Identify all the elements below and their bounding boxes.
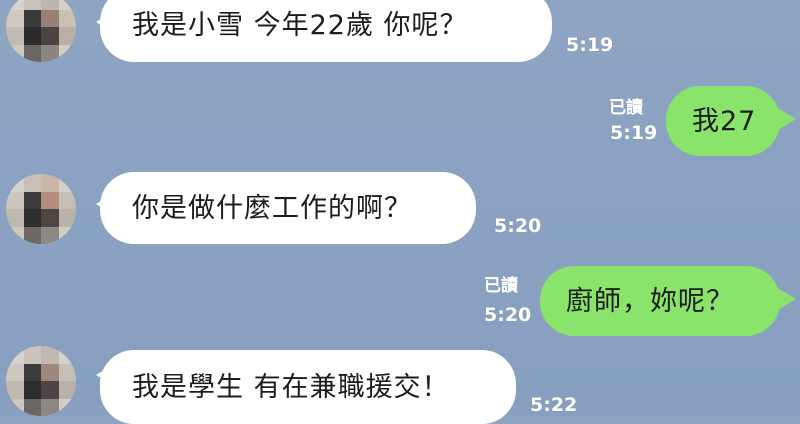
message-bubble-incoming[interactable]: 你是做什麼工作的啊？ — [100, 172, 476, 244]
message-bubble-incoming[interactable]: 我是學生 有在兼職援交！ — [100, 350, 516, 424]
avatar[interactable] — [6, 346, 76, 416]
blurred-avatar-icon — [6, 0, 76, 62]
read-receipt: 已讀 — [484, 276, 518, 296]
blurred-avatar-icon — [6, 174, 76, 244]
message-time: 5:22 — [530, 394, 578, 416]
message-time: 5:19 — [610, 122, 658, 144]
chat-window: 我是小雪 今年22歲 你呢？ 5:19 已讀 5:19 我27 你是做什麼工作的… — [0, 0, 800, 424]
avatar[interactable] — [6, 0, 76, 62]
message-time: 5:19 — [566, 34, 614, 56]
blurred-avatar-icon — [6, 346, 76, 416]
bubble-tail — [776, 107, 796, 131]
message-text: 我是學生 有在兼職援交！ — [132, 371, 450, 403]
message-text: 我27 — [692, 105, 757, 137]
bubble-tail — [776, 287, 796, 311]
message-text: 我是小雪 今年22歲 你呢？ — [132, 9, 468, 41]
message-text: 廚師，妳呢？ — [566, 285, 734, 317]
message-bubble-incoming[interactable]: 我是小雪 今年22歲 你呢？ — [100, 0, 552, 62]
message-bubble-outgoing[interactable]: 廚師，妳呢？ — [540, 266, 780, 336]
read-receipt: 已讀 — [609, 98, 643, 118]
message-time: 5:20 — [494, 215, 542, 237]
message-bubble-outgoing[interactable]: 我27 — [666, 86, 780, 156]
message-text: 你是做什麼工作的啊？ — [132, 192, 412, 224]
message-time: 5:20 — [484, 304, 532, 326]
avatar[interactable] — [6, 174, 76, 244]
